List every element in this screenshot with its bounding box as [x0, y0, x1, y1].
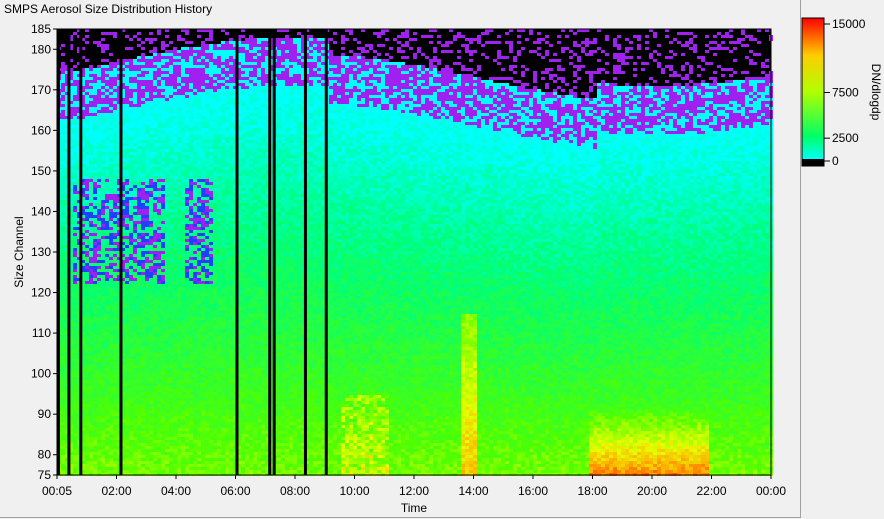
y-tick-label: 150 — [31, 164, 51, 178]
colorbar-empty-band — [802, 159, 824, 166]
x-tick-label: 18:00 — [577, 484, 607, 498]
y-tick-label: 170 — [31, 83, 51, 97]
y-tick-label: 110 — [32, 326, 51, 340]
x-tick-label: 04:00 — [161, 484, 191, 498]
y-tick-label: 90 — [38, 407, 52, 421]
colorbar-tick-label: 7500 — [832, 86, 859, 100]
x-tick-label: 22:00 — [696, 484, 726, 498]
x-tick-label: 14:00 — [458, 484, 488, 498]
data-gap-line — [79, 29, 83, 475]
data-gap-line — [324, 29, 328, 475]
x-tick-label: 16:00 — [518, 484, 548, 498]
data-gap-line — [268, 29, 272, 475]
y-tick-label: 130 — [31, 245, 51, 259]
colorbar-tick-label: 0 — [832, 154, 839, 168]
x-tick-label: 08:00 — [280, 484, 310, 498]
colorbar-tick-label: 15000 — [832, 17, 866, 31]
colorbar-tick-label: 2500 — [832, 131, 859, 145]
y-tick-label: 75 — [38, 468, 52, 482]
colorbar-label: DN/dlogdp — [869, 64, 883, 121]
x-tick-label: 00:05 — [42, 484, 72, 498]
y-tick-label: 140 — [31, 204, 51, 218]
x-tick-label: 06:00 — [220, 484, 250, 498]
x-tick-label: 02:00 — [101, 484, 131, 498]
y-tick-label: 120 — [31, 286, 51, 300]
x-tick-label: 00:00 — [756, 484, 786, 498]
y-axis-label: Size Channel — [12, 216, 26, 287]
y-tick-label: 160 — [31, 123, 51, 137]
colorbar[interactable] — [801, 17, 825, 167]
data-gap-line — [303, 29, 307, 475]
data-gap-line — [67, 29, 71, 475]
y-tick-label: 100 — [31, 367, 51, 381]
data-gap-line — [119, 29, 123, 475]
y-tick-label: 80 — [38, 448, 52, 462]
data-gap-line — [272, 29, 276, 475]
y-tick-label: 185 — [31, 22, 51, 36]
y-tick-label: 180 — [31, 42, 51, 56]
x-tick-label: 20:00 — [637, 484, 667, 498]
x-tick-label: 12:00 — [399, 484, 429, 498]
heatmap-cells — [57, 29, 773, 476]
x-tick-label: 10:00 — [339, 484, 369, 498]
heatmap-chart: 75 80 90 100 110 120 130 140 150 160 170 180 185 00:0… — [12, 17, 883, 515]
x-axis-label: Time — [401, 501, 428, 515]
data-gap-line — [235, 29, 239, 475]
